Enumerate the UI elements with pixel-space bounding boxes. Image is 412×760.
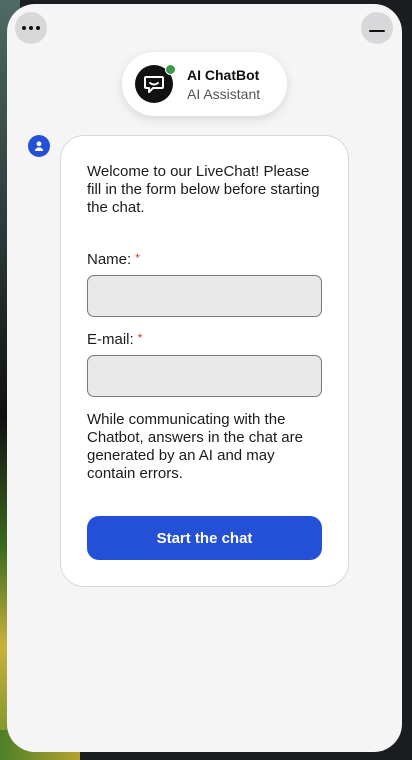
required-marker: * bbox=[135, 251, 140, 265]
name-label-text: Name: bbox=[87, 251, 132, 268]
chat-bubble-icon bbox=[144, 76, 164, 93]
menu-button[interactable] bbox=[15, 12, 47, 44]
minimize-icon bbox=[369, 30, 385, 32]
more-horizontal-icon bbox=[22, 26, 40, 30]
required-marker: * bbox=[137, 331, 143, 345]
bot-subtitle: AI Assistant bbox=[187, 85, 261, 102]
email-input[interactable] bbox=[87, 355, 322, 397]
bot-name: AI ChatBot bbox=[187, 66, 260, 83]
ai-disclaimer-text: While communicating with the Chatbot, an… bbox=[87, 411, 303, 482]
intro-text: Welcome to our LiveChat! Please fill in … bbox=[87, 163, 320, 216]
online-status-dot bbox=[165, 64, 176, 75]
name-label: Name: * bbox=[87, 251, 322, 268]
name-input[interactable] bbox=[87, 275, 322, 317]
prechat-form-card: Welcome to our LiveChat! Please fill in … bbox=[60, 135, 349, 587]
bot-header: AI ChatBot AI Assistant bbox=[122, 52, 287, 116]
chat-widget: AI ChatBot AI Assistant Welcome to our L… bbox=[7, 4, 402, 752]
user-icon bbox=[34, 141, 44, 151]
start-chat-button[interactable]: Start the chat bbox=[87, 516, 322, 560]
user-avatar bbox=[28, 135, 50, 157]
email-label-text: E-mail: bbox=[87, 331, 134, 348]
minimize-button[interactable] bbox=[361, 12, 393, 44]
email-label: E-mail: * bbox=[87, 331, 322, 348]
bot-avatar bbox=[135, 64, 176, 103]
